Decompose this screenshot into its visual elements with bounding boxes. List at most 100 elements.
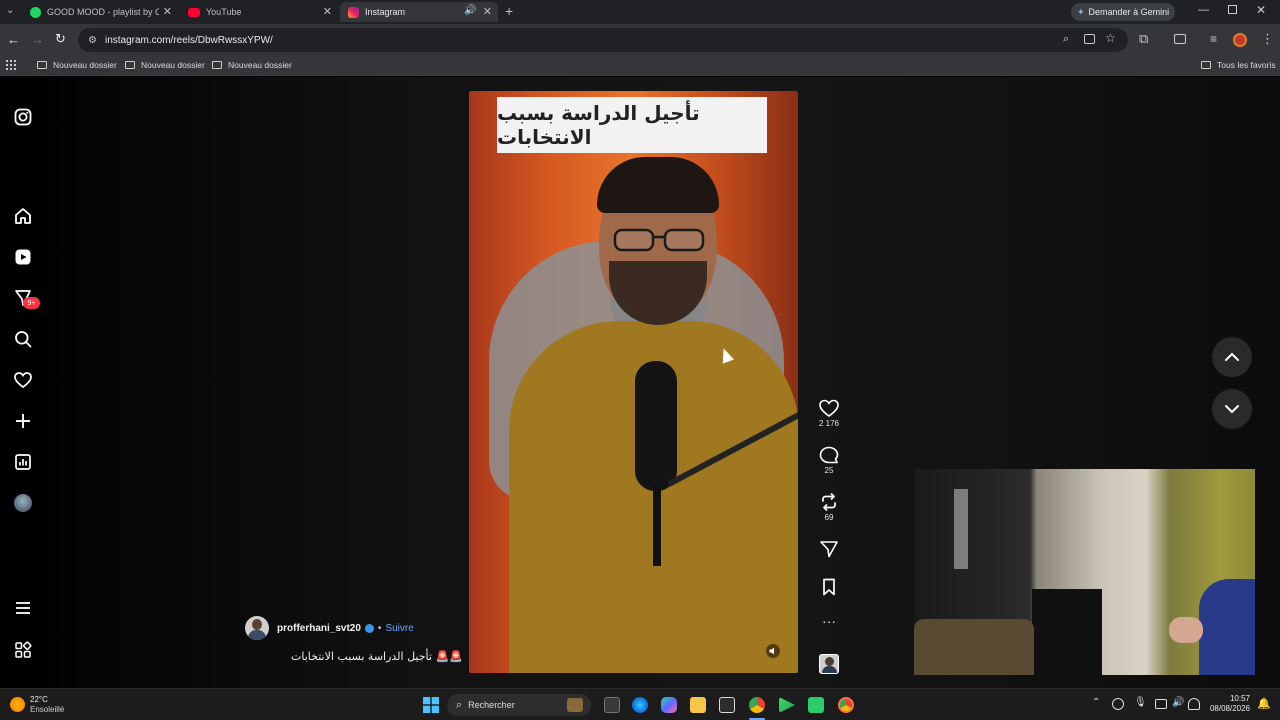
home-icon[interactable] bbox=[13, 206, 33, 226]
url-text: instagram.com/reels/DbwRwssxYPW/ bbox=[104, 34, 273, 46]
more-options-icon[interactable]: ··· bbox=[816, 613, 842, 629]
instagram-page: 9+ تأجيل الدراسة بسبب الانتخابات 2 176 2… bbox=[0, 77, 1280, 688]
reel-video[interactable]: تأجيل الدراسة بسبب الانتخابات bbox=[469, 91, 798, 673]
bookmark-star-icon[interactable]: ☆ bbox=[1105, 31, 1116, 45]
chrome-profile-icon[interactable] bbox=[838, 697, 854, 713]
profile-icon[interactable] bbox=[13, 493, 33, 513]
folder-icon bbox=[37, 61, 47, 69]
save-button[interactable] bbox=[816, 578, 842, 598]
notification-bell-icon[interactable]: 🔔 bbox=[1257, 697, 1271, 710]
apps-grid-icon[interactable] bbox=[6, 60, 16, 70]
clock[interactable]: 10:57 08/08/2026 bbox=[1208, 694, 1250, 714]
instagram-logo-icon[interactable] bbox=[13, 107, 33, 127]
edge-icon[interactable] bbox=[632, 697, 648, 713]
new-tab-icon[interactable]: + bbox=[505, 3, 513, 19]
close-tab-icon[interactable]: ✕ bbox=[323, 5, 332, 18]
audio-thumbnail[interactable] bbox=[819, 654, 839, 674]
like-count: 2 176 bbox=[818, 419, 840, 428]
video-banner-text: تأجيل الدراسة بسبب الانتخابات bbox=[497, 97, 767, 153]
previous-reel-button[interactable] bbox=[1212, 337, 1252, 377]
restore-icon[interactable] bbox=[1228, 5, 1237, 14]
play-icon[interactable] bbox=[779, 697, 795, 713]
tab-youtube[interactable]: YouTube ✕ bbox=[180, 2, 338, 22]
reels-icon[interactable] bbox=[13, 247, 33, 267]
close-tab-icon[interactable]: ✕ bbox=[483, 5, 492, 18]
reload-icon[interactable]: ↻ bbox=[55, 31, 66, 47]
close-window-icon[interactable]: ✕ bbox=[1256, 3, 1266, 17]
close-tab-icon[interactable]: ✕ bbox=[163, 5, 172, 18]
heart-icon bbox=[819, 399, 839, 417]
apps-icon[interactable] bbox=[13, 640, 33, 660]
install-app-icon[interactable] bbox=[1084, 34, 1095, 44]
weather-icon[interactable] bbox=[10, 697, 25, 712]
create-icon[interactable] bbox=[13, 411, 33, 431]
youtube-icon bbox=[188, 7, 200, 17]
display-icon[interactable] bbox=[1155, 699, 1167, 709]
instagram-icon bbox=[348, 6, 359, 18]
microphone-icon[interactable]: 🎙 bbox=[1134, 697, 1147, 708]
gemini-button[interactable]: ✦ Demander à Gemini bbox=[1071, 3, 1175, 21]
bookmark-folder[interactable]: Nouveau dossier bbox=[212, 60, 292, 70]
next-reel-button[interactable] bbox=[1212, 389, 1252, 429]
copilot-icon[interactable] bbox=[661, 697, 677, 713]
chevron-up-icon bbox=[1225, 352, 1239, 361]
author-avatar[interactable] bbox=[245, 616, 269, 640]
mute-icon[interactable] bbox=[766, 644, 780, 658]
tab-instagram[interactable]: Instagram 🔊 ✕ bbox=[340, 2, 498, 22]
forward-icon[interactable]: → bbox=[31, 32, 44, 47]
instagram-sidebar: 9+ bbox=[0, 77, 46, 688]
weather-widget[interactable]: 22°C Ensoleillé bbox=[30, 695, 64, 715]
back-icon[interactable]: ← bbox=[7, 32, 20, 47]
tab-search-chevron-icon[interactable]: ⌄ bbox=[6, 5, 14, 16]
webcam-overlay bbox=[914, 469, 1255, 675]
address-bar[interactable]: ⚙ instagram.com/reels/DbwRwssxYPW/ ⌕ ☆ bbox=[78, 28, 1128, 52]
weather-temp: 22°C bbox=[30, 695, 48, 704]
windows-start-icon[interactable] bbox=[423, 697, 439, 713]
task-view-icon[interactable] bbox=[604, 697, 620, 713]
repost-button[interactable]: 69 bbox=[816, 493, 842, 522]
zoom-icon[interactable]: ⌕ bbox=[1063, 33, 1069, 46]
tray-chevron-icon[interactable]: ⌃ bbox=[1092, 697, 1100, 708]
video-person-hair bbox=[597, 157, 719, 213]
profile-avatar-icon[interactable] bbox=[1233, 33, 1247, 47]
tab-title: Instagram bbox=[365, 7, 406, 17]
author-username[interactable]: profferhani_svt20 bbox=[277, 623, 361, 634]
media-icon[interactable]: ≡ bbox=[1210, 32, 1217, 46]
sidepanel-icon[interactable] bbox=[1174, 34, 1186, 44]
comment-button[interactable]: 25 bbox=[816, 446, 842, 475]
clock-time: 10:57 bbox=[1229, 694, 1250, 703]
notifications-icon[interactable] bbox=[13, 370, 33, 390]
follow-button[interactable]: Suivre bbox=[385, 623, 413, 634]
folder-icon bbox=[125, 61, 135, 69]
bookmark-label: Nouveau dossier bbox=[141, 60, 205, 70]
network-icon[interactable] bbox=[1112, 698, 1124, 710]
store-icon[interactable] bbox=[719, 697, 735, 713]
share-button[interactable] bbox=[816, 540, 842, 560]
separator-dot: • bbox=[377, 622, 382, 634]
clock-date: 08/08/2026 bbox=[1209, 704, 1250, 713]
messaging-app-icon[interactable] bbox=[808, 697, 824, 713]
menu-kebab-icon[interactable]: ⋮ bbox=[1261, 31, 1274, 47]
minimize-icon[interactable]: — bbox=[1198, 4, 1209, 16]
bookmark-folder[interactable]: Nouveau dossier bbox=[125, 60, 205, 70]
site-info-icon[interactable]: ⚙ bbox=[88, 35, 97, 46]
volume-icon[interactable]: 🔊 bbox=[1172, 697, 1184, 708]
battery-icon[interactable] bbox=[1188, 698, 1200, 710]
all-bookmarks[interactable]: Tous les favoris bbox=[1201, 60, 1276, 70]
chrome-icon[interactable] bbox=[749, 697, 765, 713]
video-microphone bbox=[635, 361, 677, 491]
like-button[interactable]: 2 176 bbox=[816, 399, 842, 428]
verified-icon bbox=[364, 623, 374, 633]
bookmark-label: Nouveau dossier bbox=[53, 60, 117, 70]
bookmark-folder[interactable]: Nouveau dossier bbox=[37, 60, 117, 70]
taskbar-search-placeholder: Rechercher bbox=[468, 700, 515, 710]
dashboard-icon[interactable] bbox=[13, 452, 33, 472]
taskbar-search[interactable]: ⌕ Rechercher bbox=[447, 694, 591, 716]
extensions-icon[interactable]: ⧉ bbox=[1139, 31, 1148, 47]
search-icon[interactable] bbox=[13, 329, 33, 349]
file-explorer-icon[interactable] bbox=[690, 697, 706, 713]
more-icon[interactable] bbox=[13, 598, 33, 618]
speaker-icon[interactable]: 🔊 bbox=[464, 5, 476, 16]
reel-caption: تأجيل الدراسة بسبب الانتخابات 🚨🚨 bbox=[291, 650, 463, 663]
tab-spotify[interactable]: GOOD MOOD - playlist by Cas ✕ bbox=[22, 2, 178, 22]
